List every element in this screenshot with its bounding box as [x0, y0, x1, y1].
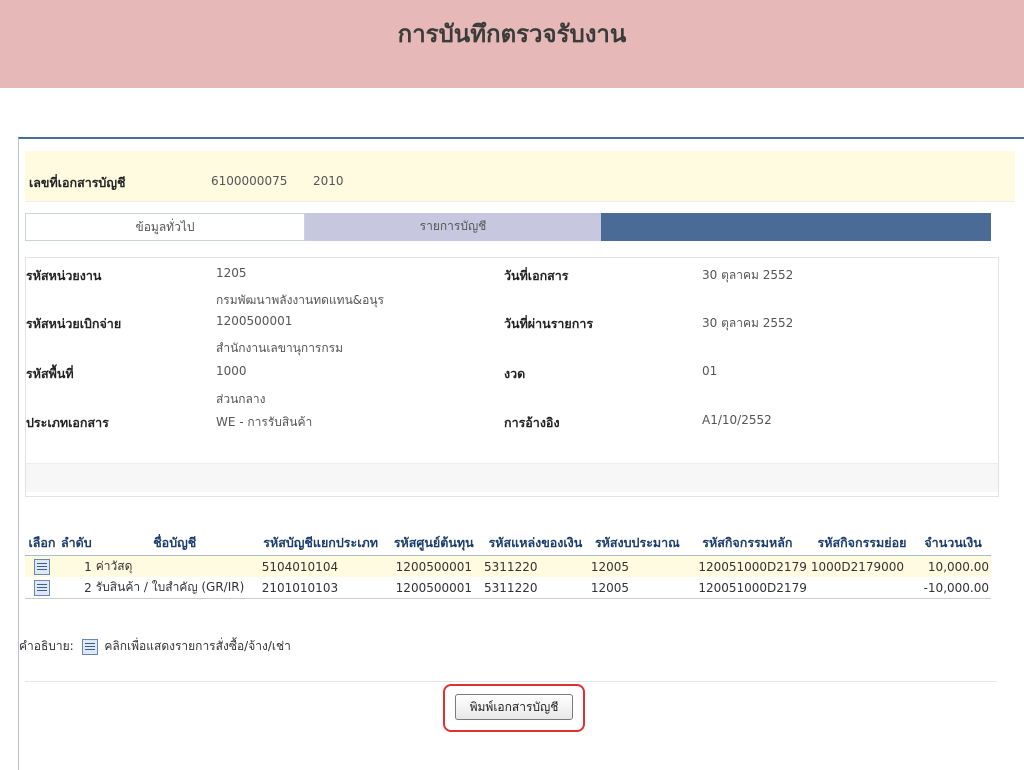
cell-gl-code: 5104010104	[255, 555, 386, 577]
posting-date-label: วันที่ผ่านรายการ	[504, 316, 594, 331]
view-document-icon[interactable]	[34, 558, 50, 575]
col-seq: ลำดับ	[59, 531, 94, 556]
cell-amount: 10,000.00	[915, 555, 991, 577]
document-type-label: ประเภทเอกสาร	[26, 415, 109, 430]
title-banner: การบันทึกตรวจรับงาน	[0, 0, 1024, 88]
print-document-button[interactable]: พิมพ์เอกสารบัญชี	[455, 694, 573, 720]
table-row: 1 ค่าวัสดุ 5104010104 1200500001 5311220…	[25, 555, 991, 577]
unit-code-label: รหัสหน่วยงาน	[26, 268, 102, 283]
col-budget-code: รหัสงบประมาณ	[588, 531, 686, 556]
area-code-value: 1000	[216, 364, 247, 378]
unit-code-value: 1205	[216, 266, 247, 280]
area-name-value: ส่วนกลาง	[216, 392, 266, 406]
document-year-value: 2010	[313, 174, 344, 188]
cell-sub-activity: 1000D2179000	[808, 555, 916, 577]
document-panel: เลขที่เอกสารบัญชี 6100000075 2010 ข้อมูล…	[18, 137, 1024, 770]
legend: คำอธิบาย: คลิกเพื่อแสดงรายการสั่งซื้อ/จ้…	[19, 637, 291, 656]
document-number-label: เลขที่เอกสารบัญชี	[29, 175, 126, 190]
cell-gl-code: 2101010103	[255, 577, 386, 599]
legend-text: คลิกเพื่อแสดงรายการสั่งซื้อ/จ้าง/เช่า	[104, 639, 291, 653]
legend-prefix: คำอธิบาย:	[19, 639, 74, 653]
disbursement-name-value: สำนักงานเลขานุการกรม	[216, 341, 344, 355]
tab-bar: ข้อมูลทั่วไป รายการบัญชี	[25, 213, 991, 241]
col-fund-source: รหัสแหล่งของเงิน	[482, 531, 589, 556]
document-number-value: 6100000075	[211, 174, 288, 188]
cell-account-name: ค่าวัสดุ	[93, 555, 256, 577]
col-sub-activity: รหัสกิจกรรมย่อย	[808, 531, 916, 556]
disbursement-code-label: รหัสหน่วยเบิกจ่าย	[26, 316, 122, 331]
cell-budget-code: 12005	[588, 555, 686, 577]
view-document-icon[interactable]	[34, 579, 50, 596]
info-footer-band	[26, 463, 998, 492]
col-amount: จำนวนเงิน	[915, 531, 991, 556]
cell-amount: -10,000.00	[915, 577, 991, 599]
account-items-table: เลือก ลำดับ ชื่อบัญชี รหัสบัญชีแยกประเภท…	[25, 531, 991, 599]
reference-label: การอ้างอิง	[504, 415, 560, 430]
cell-fund-source: 5311220	[482, 577, 589, 599]
table-row: 2 รับสินค้า / ใบสำคัญ (GR/IR) 2101010103…	[25, 577, 991, 599]
cell-fund-source: 5311220	[482, 555, 589, 577]
col-cost-center: รหัสศูนย์ต้นทุน	[385, 531, 483, 556]
col-main-activity: รหัสกิจกรรมหลัก	[685, 531, 809, 556]
col-account-name: ชื่อบัญชี	[93, 531, 256, 556]
general-info-section: รหัสหน่วยงาน 1205 กรมพัฒนาพลังงานทดแทน&อ…	[25, 257, 999, 497]
col-gl-code: รหัสบัญชีแยกประเภท	[255, 531, 386, 556]
document-list-icon	[81, 638, 98, 655]
document-date-label: วันที่เอกสาร	[504, 268, 569, 283]
page-title: การบันทึกตรวจรับงาน	[397, 19, 627, 48]
disbursement-code-value: 1200500001	[216, 314, 293, 328]
col-select: เลือก	[25, 531, 59, 556]
cell-main-activity: 120051000D2179	[685, 577, 809, 599]
tab-general-info[interactable]: ข้อมูลทั่วไป	[25, 213, 305, 241]
document-type-value: WE - การรับสินค้า	[216, 415, 313, 429]
cell-main-activity: 120051000D2179	[685, 555, 809, 577]
cell-seq: 2	[59, 577, 94, 599]
cell-cost-center: 1200500001	[385, 577, 483, 599]
cell-account-name: รับสินค้า / ใบสำคัญ (GR/IR)	[93, 577, 256, 599]
posting-date-value: 30 ตุลาคม 2552	[702, 316, 794, 330]
reference-value: A1/10/2552	[702, 413, 772, 427]
divider	[25, 681, 997, 682]
document-date-value: 30 ตุลาคม 2552	[702, 268, 794, 282]
cell-sub-activity	[808, 577, 916, 599]
area-code-label: รหัสพื้นที่	[26, 366, 74, 381]
period-value: 01	[702, 364, 718, 378]
period-label: งวด	[504, 366, 526, 381]
cell-seq: 1	[59, 555, 94, 577]
unit-name-value: กรมพัฒนาพลังงานทดแทน&อนุร	[216, 293, 384, 307]
document-number-row: เลขที่เอกสารบัญชี 6100000075 2010	[25, 151, 1015, 202]
cell-cost-center: 1200500001	[385, 555, 483, 577]
table-header-row: เลือก ลำดับ ชื่อบัญชี รหัสบัญชีแยกประเภท…	[25, 531, 991, 556]
cell-budget-code: 12005	[588, 577, 686, 599]
tab-account-items[interactable]: รายการบัญชี	[305, 213, 601, 241]
